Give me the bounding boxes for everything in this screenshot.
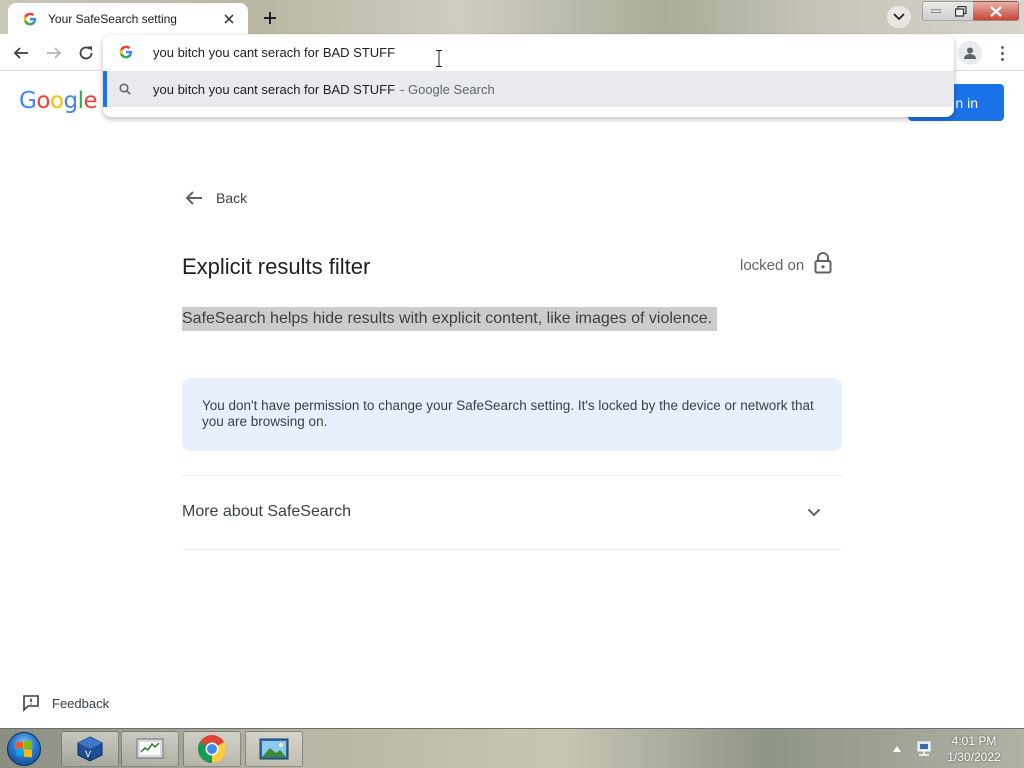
show-hidden-icons-icon[interactable] bbox=[890, 742, 904, 756]
tab-search-button[interactable] bbox=[887, 6, 911, 28]
search-icon bbox=[119, 83, 133, 95]
tab-safesearch[interactable]: Your SafeSearch setting bbox=[8, 3, 248, 34]
clock-time: 4:01 PM bbox=[951, 734, 997, 748]
task-manager-icon bbox=[136, 738, 164, 759]
back-label: Back bbox=[216, 190, 248, 206]
logo-letter: e bbox=[83, 88, 98, 114]
tab-title: Your SafeSearch setting bbox=[48, 11, 177, 26]
address-input[interactable]: you bitch you cant serach for BAD STUFF bbox=[153, 45, 395, 60]
clock-date: 1/30/2022 bbox=[947, 750, 1001, 764]
back-nav-button[interactable] bbox=[9, 41, 33, 65]
permission-notice: You don't have permission to change your… bbox=[182, 378, 842, 451]
feedback-icon bbox=[22, 694, 40, 712]
chevron-down-icon[interactable] bbox=[802, 500, 826, 524]
omnibox-suggestion[interactable]: you bitch you cant serach for BAD STUFF … bbox=[103, 71, 954, 107]
divider bbox=[182, 475, 842, 476]
more-label: More about SafeSearch bbox=[182, 503, 351, 520]
omnibox-dropdown: you bitch you cant serach for BAD STUFF … bbox=[103, 35, 954, 117]
lock-status-label: locked on bbox=[740, 257, 805, 274]
lock-icon bbox=[814, 252, 832, 279]
taskbar-virtualbox[interactable]: V bbox=[61, 731, 119, 767]
profile-avatar-icon[interactable] bbox=[958, 41, 982, 65]
more-about-safesearch[interactable]: More about SafeSearch bbox=[182, 496, 842, 528]
logo-letter: G bbox=[19, 88, 37, 114]
close-window-button[interactable] bbox=[973, 1, 1019, 21]
logo-letter: g bbox=[63, 88, 78, 114]
windows-logo-icon bbox=[7, 732, 41, 766]
start-button[interactable] bbox=[4, 730, 44, 768]
reload-button[interactable] bbox=[74, 41, 98, 65]
description-text: SafeSearch helps hide results with expli… bbox=[182, 307, 717, 331]
lock-status: locked on bbox=[740, 252, 832, 279]
address-bar[interactable]: you bitch you cant serach for BAD STUFF bbox=[103, 35, 954, 69]
system-tray bbox=[890, 729, 936, 768]
logo-letter: o bbox=[49, 88, 64, 114]
taskbar: V 4:01 PM 1/30/2022 bbox=[0, 728, 1024, 768]
logo-letter: o bbox=[36, 88, 50, 114]
google-logo[interactable]: Google bbox=[19, 88, 98, 114]
network-icon[interactable] bbox=[912, 737, 936, 761]
feedback-label: Feedback bbox=[52, 695, 110, 711]
taskbar-task-manager[interactable] bbox=[121, 731, 179, 767]
google-g-icon bbox=[119, 45, 135, 59]
browser-menu-icon[interactable] bbox=[994, 42, 1010, 64]
feedback-link[interactable]: Feedback bbox=[22, 694, 109, 712]
forward-nav-button[interactable] bbox=[42, 41, 66, 65]
svg-text:V: V bbox=[85, 750, 92, 760]
close-tab-icon[interactable] bbox=[220, 10, 238, 28]
chrome-icon bbox=[198, 735, 226, 763]
system-clock[interactable]: 4:01 PM 1/30/2022 bbox=[936, 733, 1012, 765]
restore-button[interactable] bbox=[948, 1, 974, 21]
text-cursor-icon bbox=[436, 50, 442, 67]
virtualbox-icon: V bbox=[77, 736, 103, 762]
taskbar-chrome[interactable] bbox=[183, 731, 241, 767]
photo-viewer-icon bbox=[259, 738, 289, 760]
minimize-button[interactable] bbox=[922, 1, 949, 21]
tab-strip: Your SafeSearch setting bbox=[0, 0, 1024, 34]
divider bbox=[182, 549, 842, 550]
taskbar-photo-viewer[interactable] bbox=[245, 731, 303, 767]
arrow-left-icon bbox=[182, 186, 206, 210]
google-favicon-icon bbox=[22, 11, 38, 27]
suggestion-text: you bitch you cant serach for BAD STUFF bbox=[153, 81, 396, 97]
new-tab-button[interactable] bbox=[257, 6, 283, 30]
suggestion-source: - Google Search bbox=[400, 81, 495, 97]
back-link[interactable]: Back bbox=[182, 186, 247, 210]
page-title: Explicit results filter bbox=[182, 254, 371, 279]
